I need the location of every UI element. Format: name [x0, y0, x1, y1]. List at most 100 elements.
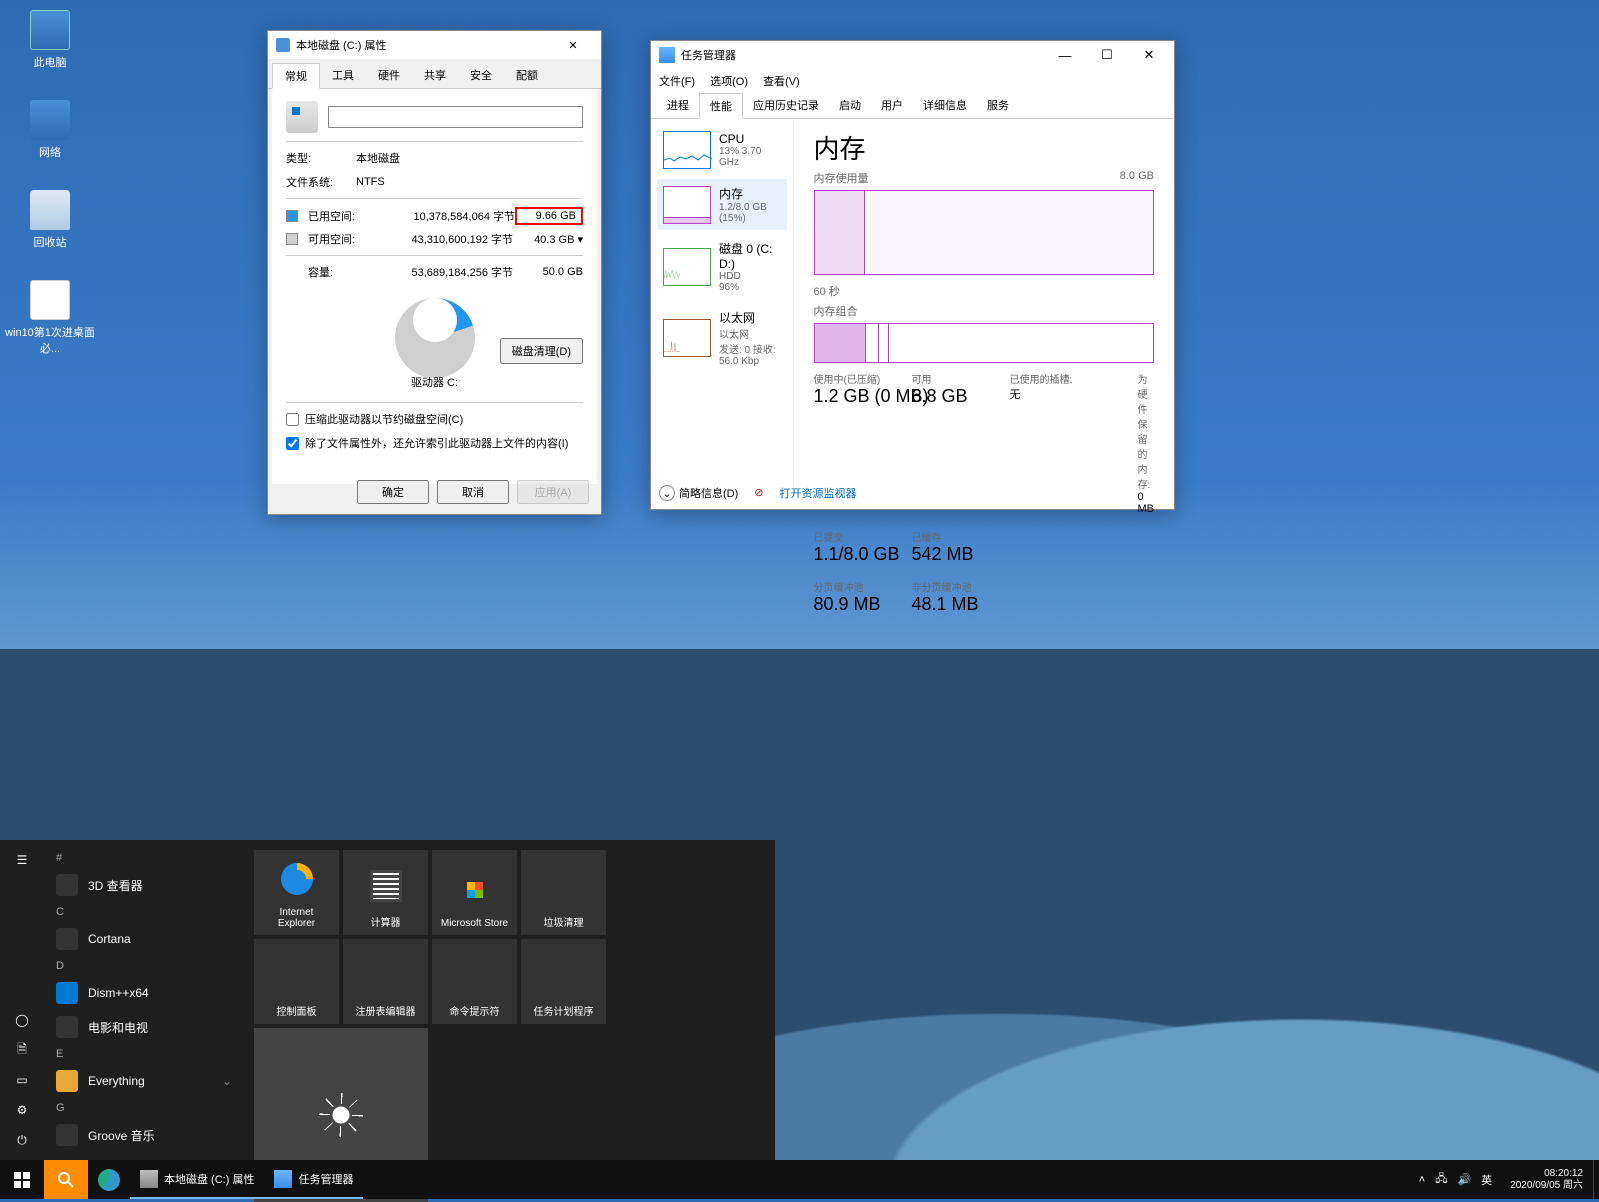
- tab-sharing[interactable]: 共享: [412, 63, 458, 88]
- close-button[interactable]: ✕: [1128, 47, 1170, 63]
- tile-icon: [370, 959, 402, 991]
- app-list-item[interactable]: 3D 查看器: [44, 868, 244, 902]
- start-tile[interactable]: 计算器: [343, 850, 428, 935]
- tab-security[interactable]: 安全: [458, 63, 504, 88]
- tile-icon: [459, 874, 491, 906]
- index-checkbox[interactable]: [286, 437, 299, 450]
- sun-icon: [319, 1093, 363, 1137]
- close-button[interactable]: ✕: [553, 39, 593, 52]
- stat-slots: 无: [1010, 386, 1130, 402]
- app-letter-header[interactable]: C: [44, 902, 244, 922]
- tab-performance[interactable]: 性能: [699, 93, 743, 119]
- menu-view[interactable]: 查看(V): [763, 76, 800, 88]
- taskmgr-icon: [274, 1170, 292, 1188]
- volume-tray-icon[interactable]: 🔊: [1457, 1173, 1471, 1186]
- ok-button[interactable]: 确定: [357, 480, 429, 504]
- desktop-icon-network[interactable]: 网络: [10, 100, 90, 160]
- composition-label: 内存组合: [814, 303, 858, 319]
- tab-tools[interactable]: 工具: [320, 63, 366, 88]
- tile-label: 注册表编辑器: [356, 1003, 416, 1018]
- app-letter-header[interactable]: G: [44, 1098, 244, 1118]
- compress-checkbox[interactable]: [286, 413, 299, 426]
- apply-button[interactable]: 应用(A): [517, 480, 589, 504]
- app-list-item[interactable]: Everything⌄: [44, 1064, 244, 1098]
- system-tray[interactable]: ˄ 🖧 🔊 英: [1411, 1170, 1500, 1189]
- tab-quota[interactable]: 配额: [504, 63, 550, 88]
- taskbar-clock[interactable]: 08:20:12 2020/09/05 周六: [1500, 1168, 1593, 1192]
- sidebar-ethernet[interactable]: 以太网以太网发送: 0 接收: 56.0 Kbp: [657, 303, 787, 373]
- app-letter-header[interactable]: D: [44, 956, 244, 976]
- power-icon[interactable]: ⏻: [12, 1130, 32, 1150]
- desktop-icon-label: win10第1次进桌面必...: [5, 324, 95, 356]
- memory-usage-graph: [814, 190, 1155, 275]
- cancel-button[interactable]: 取消: [437, 480, 509, 504]
- desktop-icon-textfile[interactable]: win10第1次进桌面必...: [5, 280, 95, 356]
- sidebar-cpu[interactable]: CPU13% 3.70 GHz: [657, 125, 787, 175]
- task-manager-window: 任务管理器 — ☐ ✕ 文件(F) 选项(O) 查看(V) 进程 性能 应用历史…: [650, 40, 1175, 510]
- app-label: Dism++x64: [88, 986, 149, 1000]
- desktop-icon-computer[interactable]: 此电脑: [10, 10, 90, 70]
- windows-logo-icon: [14, 1172, 30, 1188]
- tab-details[interactable]: 详细信息: [913, 93, 977, 118]
- start-tile[interactable]: 控制面板: [254, 939, 339, 1024]
- app-list-item[interactable]: 电影和电视: [44, 1010, 244, 1044]
- show-desktop-button[interactable]: [1593, 1160, 1599, 1199]
- used-label: 已用空间:: [308, 208, 378, 224]
- minimize-button[interactable]: —: [1044, 48, 1086, 63]
- tab-services[interactable]: 服务: [977, 93, 1019, 118]
- free-label: 可用空间:: [308, 231, 378, 247]
- recycle-bin-icon: [30, 190, 70, 230]
- titlebar[interactable]: 任务管理器 — ☐ ✕: [651, 41, 1174, 69]
- network-icon: [30, 100, 70, 140]
- taskbar-edge[interactable]: [88, 1160, 130, 1199]
- resource-monitor-link[interactable]: 打开资源监视器: [780, 485, 857, 501]
- hamburger-icon[interactable]: ☰: [12, 850, 32, 870]
- pictures-icon[interactable]: ▭: [12, 1070, 32, 1090]
- start-tile[interactable]: 任务计划程序: [521, 939, 606, 1024]
- start-tile[interactable]: Microsoft Store: [432, 850, 517, 935]
- capacity-gb: 50.0 GB: [513, 266, 583, 278]
- taskmgr-icon: [659, 47, 675, 63]
- drive-name-input[interactable]: [328, 106, 583, 128]
- tile-label: 任务计划程序: [534, 1003, 594, 1018]
- start-tile[interactable]: 命令提示符: [432, 939, 517, 1024]
- titlebar[interactable]: 本地磁盘 (C:) 属性 ✕: [268, 31, 601, 59]
- tab-general[interactable]: 常规: [272, 63, 320, 89]
- app-list-item[interactable]: Groove 音乐: [44, 1118, 244, 1152]
- tab-processes[interactable]: 进程: [657, 93, 699, 118]
- tile-label: Microsoft Store: [441, 918, 508, 929]
- start-tile[interactable]: 注册表编辑器: [343, 939, 428, 1024]
- desktop-icon-recycle-bin[interactable]: 回收站: [10, 190, 90, 250]
- tab-app-history[interactable]: 应用历史记录: [743, 93, 829, 118]
- app-list-item[interactable]: Cortana: [44, 922, 244, 956]
- sidebar-disk[interactable]: 磁盘 0 (C: D:)HDD96%: [657, 234, 787, 299]
- filesystem-value: NTFS: [356, 176, 385, 188]
- app-list-item[interactable]: Dism++x64: [44, 976, 244, 1010]
- tab-startup[interactable]: 启动: [829, 93, 871, 118]
- start-tile[interactable]: Internet Explorer: [254, 850, 339, 935]
- taskbar-item-taskmgr[interactable]: 任务管理器: [264, 1160, 363, 1199]
- disk-cleanup-button[interactable]: 磁盘清理(D): [500, 338, 583, 364]
- menu-options[interactable]: 选项(O): [710, 76, 748, 88]
- app-letter-header[interactable]: #: [44, 848, 244, 868]
- app-letter-header[interactable]: E: [44, 1044, 244, 1064]
- start-apps-list[interactable]: #3D 查看器CCortanaDDism++x64电影和电视EEverythin…: [44, 840, 244, 1160]
- drive-icon: [286, 101, 318, 133]
- tray-chevron-icon[interactable]: ˄: [1419, 1174, 1425, 1186]
- fewer-details-link[interactable]: ⌄简略信息(D): [659, 485, 738, 502]
- sidebar-memory[interactable]: 内存1.2/8.0 GB (15%): [657, 179, 787, 230]
- maximize-button[interactable]: ☐: [1086, 47, 1128, 63]
- ime-indicator[interactable]: 英: [1481, 1172, 1492, 1188]
- user-icon[interactable]: ◯: [12, 1010, 32, 1030]
- settings-icon[interactable]: ⚙: [12, 1100, 32, 1120]
- taskbar-item-properties[interactable]: 本地磁盘 (C:) 属性: [130, 1160, 264, 1199]
- menu-file[interactable]: 文件(F): [659, 76, 695, 88]
- app-label: Everything: [88, 1074, 145, 1088]
- search-button[interactable]: [44, 1160, 88, 1199]
- tab-hardware[interactable]: 硬件: [366, 63, 412, 88]
- start-tile[interactable]: 垃圾清理: [521, 850, 606, 935]
- tab-users[interactable]: 用户: [871, 93, 913, 118]
- documents-icon[interactable]: 🗎: [12, 1040, 32, 1060]
- start-button[interactable]: [0, 1160, 44, 1199]
- network-tray-icon[interactable]: 🖧: [1435, 1170, 1447, 1189]
